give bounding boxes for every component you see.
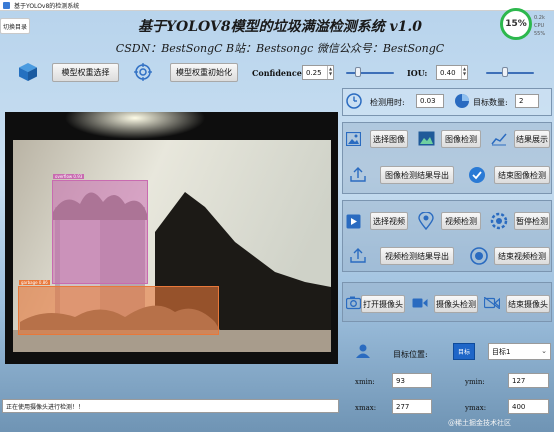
app-icon [3,1,10,9]
iou-label: IOU: [407,68,428,78]
export-image-results-button[interactable]: 图像检测结果导出 [380,166,454,184]
open-camera-button[interactable]: 打开摄像头 [361,295,405,313]
window-title: 基于YOLOv8的检测系统 [14,2,80,10]
clock-icon [346,93,362,109]
ymin-field: 127 [508,373,549,388]
select-weights-button[interactable]: 模型权重选择 [52,63,119,82]
spin-arrows-icon[interactable]: ▲ ▼ [461,66,467,79]
camera-off-icon [484,297,500,309]
confidence-value: 0.25 [306,68,322,77]
target-tag-icon: 目标 [453,343,475,360]
image-detect-button[interactable]: 图像检测 [441,130,481,148]
menu-button[interactable]: 切换目录 [0,18,30,34]
location-pin-icon [418,212,434,230]
export-icon [350,167,366,182]
chart-icon [491,133,507,146]
cpu-stats: 0.2k CPU 55% [534,14,554,38]
cpu-percent: 15% [505,19,527,29]
pie-chart-icon [455,94,469,108]
detection-label: overflow 0.93 [53,174,85,179]
show-results-button[interactable]: 结果展示 [514,130,550,148]
cpu-usage-ring: 15% [500,8,532,40]
xmax-field: 277 [392,399,432,414]
chevron-down-icon[interactable]: ⌄ [541,347,547,355]
end-video-detection-button[interactable]: 结束视频检测 [494,247,550,265]
cpu-label: CPU 55% [534,23,546,37]
window-titlebar: 基于YOLOv8的检测系统 [0,0,554,11]
confidence-spinbox[interactable]: 0.25 ▲ ▼ [302,65,334,80]
video-detect-button[interactable]: 视频检测 [441,212,481,230]
user-target-icon [356,344,370,358]
xmin-label: xmin: [355,378,375,386]
watermark: @稀土掘金技术社区 [448,419,511,427]
image-detect-icon [418,131,435,146]
target-select-value: 目标1 [492,347,511,356]
target-position-label: 目标位置: [393,350,428,359]
pause-detection-button[interactable]: 暂停检测 [514,212,550,230]
cube-icon [19,63,37,81]
time-label: 检测用时: [370,98,405,107]
iou-spinbox[interactable]: 0.40 ▲ ▼ [436,65,468,80]
video-camera-icon [412,298,428,308]
detection-label: garbage 0.86 [19,280,50,285]
target-crosshair-icon [134,63,152,81]
select-video-button[interactable]: 选择视频 [370,212,408,230]
confidence-slider[interactable] [346,72,394,74]
camera-icon [346,296,361,310]
time-value-field: 0.03 [416,94,444,108]
export-video-results-button[interactable]: 视频检测结果导出 [380,247,454,265]
ymin-label: ymin: [465,378,485,386]
iou-slider[interactable] [486,72,534,74]
ymax-label: ymax: [465,404,487,412]
select-image-button[interactable]: 选择图像 [370,130,408,148]
check-circle-icon [469,167,485,183]
end-camera-button[interactable]: 结束摄像头 [506,295,550,313]
ymax-field: 400 [508,399,549,414]
pause-gear-icon [490,212,508,230]
target-select[interactable]: 目标1 ⌄ [488,343,551,360]
detection-box-garbage: garbage 0.86 [18,280,219,335]
image-icon [346,132,361,146]
net-speed: 0.2k [534,15,545,21]
confidence-label: Confidence: [252,68,305,78]
iou-value: 0.40 [440,68,456,77]
xmax-label: xmax: [355,404,377,412]
spin-arrows-icon[interactable]: ▲ ▼ [327,66,333,79]
page-title: 基于YOLOV8模型的垃圾满溢检测系统 v1.0 [138,19,422,35]
count-value-field: 2 [515,94,539,108]
camera-detect-button[interactable]: 摄像头检测 [434,295,478,313]
end-image-detection-button[interactable]: 结束图像检测 [494,166,550,184]
status-bar: 正在使用摄像头进行检测！！ [2,399,339,413]
page-subtitle: CSDN：BestSongC B站：Bestsongc 微信公众号：BestSo… [115,42,445,55]
count-label: 目标数量: [473,98,508,107]
iou-slider-handle[interactable] [502,67,509,77]
stop-circle-icon [470,247,488,265]
detection-box-overflow: overflow 0.93 [52,174,148,284]
xmin-field: 93 [392,373,432,388]
video-file-icon [346,214,361,229]
confidence-slider-handle[interactable] [355,67,361,77]
init-weights-button[interactable]: 模型权重初始化 [170,63,238,82]
export-icon [350,248,366,263]
